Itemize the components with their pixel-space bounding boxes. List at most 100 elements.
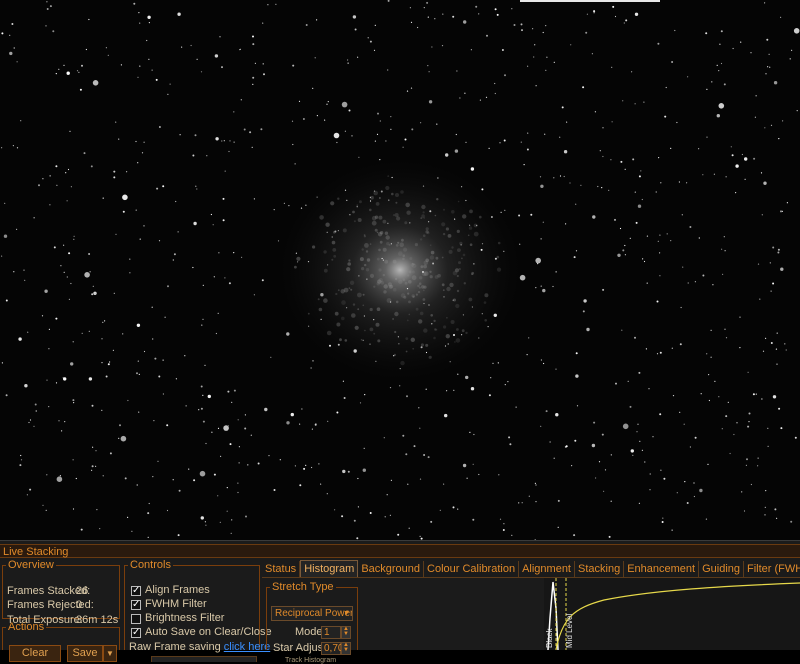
star — [65, 172, 67, 174]
galaxy-arm-knot — [365, 250, 369, 253]
star — [29, 419, 32, 421]
star — [262, 63, 264, 65]
raw-frame-click-here-link[interactable]: click here — [224, 641, 270, 653]
star — [741, 153, 744, 156]
mode-input[interactable]: 1 — [321, 626, 341, 639]
star — [718, 70, 720, 72]
galaxy-arm-knot — [370, 195, 374, 200]
align-frames-checkbox[interactable]: ✓ — [131, 586, 141, 596]
star — [555, 271, 557, 273]
star — [137, 360, 139, 362]
star — [748, 412, 751, 415]
histogram-plot[interactable]: Black Mid Level — [544, 578, 800, 651]
tab-colour-calibration[interactable]: Colour Calibration — [424, 561, 520, 577]
star — [623, 22, 625, 24]
stacked-image-view[interactable] — [0, 0, 800, 540]
tab-enhancement[interactable]: Enhancement — [624, 561, 700, 577]
star — [712, 284, 714, 286]
star — [68, 298, 70, 300]
star — [655, 191, 657, 193]
star — [283, 202, 285, 204]
star — [485, 96, 488, 98]
star — [316, 196, 318, 198]
brightness-filter-checkbox[interactable] — [131, 614, 141, 624]
clear-button[interactable]: Clear — [9, 645, 61, 662]
star — [46, 474, 48, 476]
star — [327, 420, 329, 422]
star — [719, 43, 721, 45]
star — [598, 461, 601, 463]
star — [683, 423, 685, 425]
star — [586, 327, 590, 332]
star — [61, 430, 63, 432]
galaxy-arm-knot — [442, 232, 446, 236]
star — [204, 521, 206, 523]
raw-frame-field[interactable] — [151, 656, 257, 662]
star — [257, 462, 260, 465]
tab-alignment[interactable]: Alignment — [519, 561, 575, 577]
save-dropdown-arrow-icon[interactable]: ▼ — [103, 645, 117, 662]
star — [195, 185, 197, 187]
star — [215, 332, 217, 335]
mode-label: Mode — [295, 626, 323, 638]
star — [580, 184, 582, 186]
star — [766, 38, 769, 41]
tab-histogram[interactable]: Histogram — [300, 560, 359, 577]
star — [631, 71, 633, 73]
star — [105, 47, 107, 49]
star — [488, 147, 490, 149]
save-button[interactable]: Save — [67, 645, 103, 662]
galaxy-arm-knot — [479, 215, 482, 219]
star — [423, 454, 426, 456]
star — [139, 65, 141, 67]
star — [480, 248, 483, 251]
star — [657, 240, 659, 242]
star — [217, 427, 220, 429]
star — [504, 209, 506, 211]
star — [404, 138, 407, 141]
star — [336, 411, 339, 414]
star — [646, 235, 649, 237]
star — [772, 282, 775, 285]
star — [58, 420, 60, 422]
galaxy-arm-knot — [351, 313, 356, 318]
auto-save-checkbox[interactable]: ✓ — [131, 628, 141, 638]
tab-background[interactable]: Background — [358, 561, 425, 577]
star — [519, 243, 521, 245]
fwhm-filter-checkbox[interactable]: ✓ — [131, 600, 141, 610]
tab-status[interactable]: Status — [262, 561, 301, 577]
star — [223, 140, 225, 142]
star — [637, 204, 642, 208]
star — [143, 141, 145, 143]
galaxy-arm-knot — [369, 273, 375, 278]
star — [693, 482, 695, 484]
star — [362, 339, 364, 341]
tab-stacking[interactable]: Stacking — [575, 561, 625, 577]
star — [49, 175, 51, 177]
star — [92, 285, 94, 287]
star — [755, 393, 757, 395]
star — [553, 457, 555, 459]
star — [603, 490, 605, 492]
star — [634, 103, 636, 105]
star — [107, 363, 110, 366]
galaxy-arm-knot — [332, 248, 337, 252]
star — [763, 181, 767, 185]
star — [772, 246, 775, 249]
star — [746, 458, 748, 461]
star — [231, 401, 233, 403]
mode-spinner-arrows-icon[interactable]: ▲ ▼ — [341, 626, 351, 639]
star — [656, 353, 659, 355]
star — [115, 233, 117, 235]
star — [320, 318, 322, 320]
tab-filter-fwhm[interactable]: Filter (FWHM) — [744, 561, 800, 577]
star — [42, 178, 44, 180]
galaxy-arm-knot — [377, 232, 383, 237]
stretch-type-dropdown[interactable]: Reciprocal Power ▼ — [271, 606, 353, 621]
star — [454, 218, 456, 220]
star — [179, 134, 181, 136]
star — [241, 256, 243, 258]
star — [139, 22, 141, 24]
star — [501, 49, 504, 51]
tab-guiding[interactable]: Guiding — [699, 561, 745, 577]
